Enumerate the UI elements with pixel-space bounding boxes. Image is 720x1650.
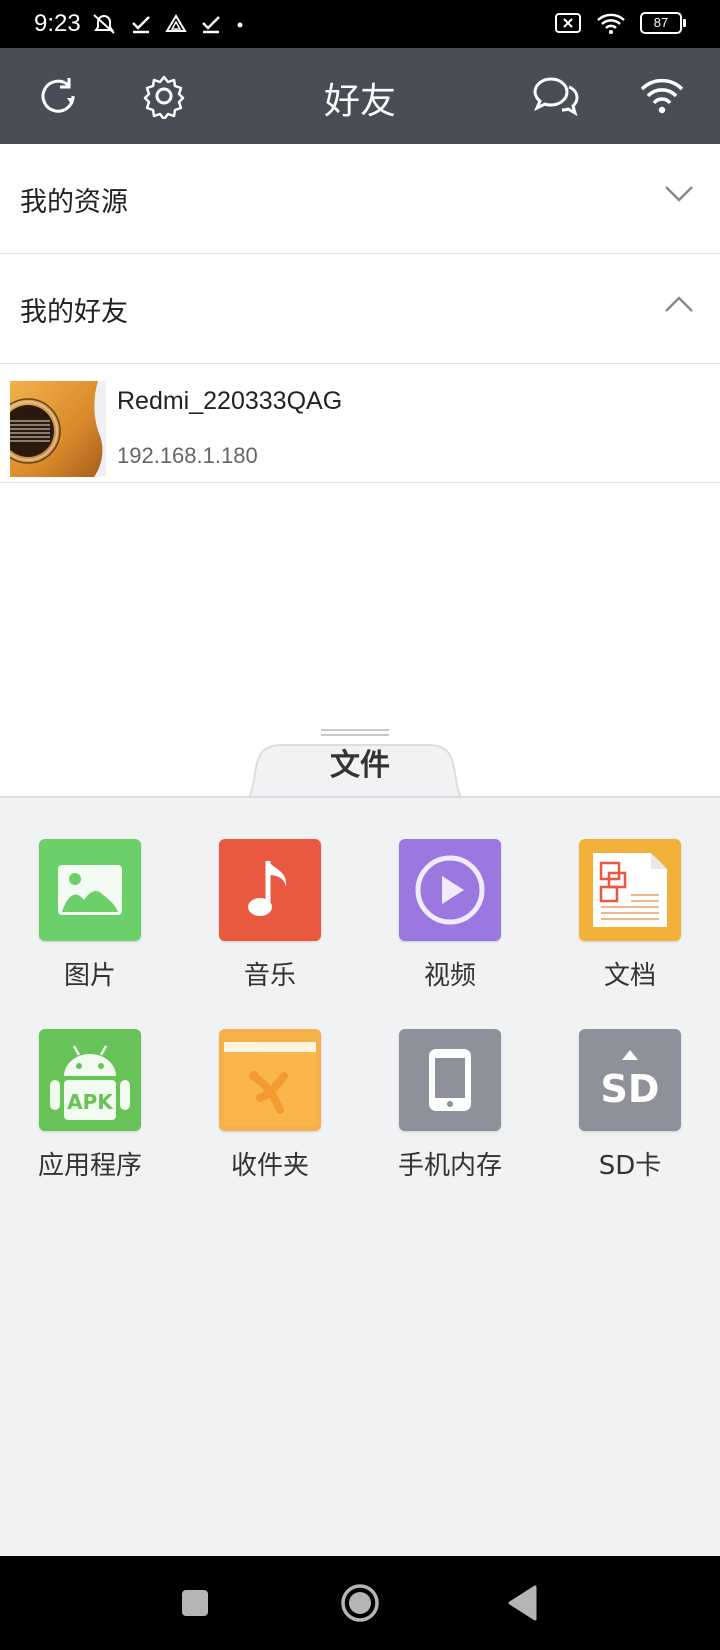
android-apk-icon: APK	[39, 1029, 141, 1131]
dot-icon	[237, 22, 243, 28]
chevron-down-icon	[665, 186, 693, 202]
category-music[interactable]: 音乐	[195, 839, 345, 1009]
system-nav-bar	[0, 1556, 720, 1650]
category-label: 收件夹	[230, 1151, 309, 1181]
category-documents[interactable]: 文档	[555, 839, 705, 1009]
category-video[interactable]: 视频	[375, 839, 525, 1009]
back-triangle-icon	[508, 1585, 537, 1621]
avatar	[10, 381, 106, 477]
home-button[interactable]	[335, 1578, 385, 1628]
music-icon	[219, 839, 321, 941]
category-label: 应用程序	[37, 1151, 142, 1181]
category-received[interactable]: 收件夹	[195, 1029, 345, 1199]
drawer-tab-label: 文件	[330, 748, 390, 783]
circle-icon	[341, 1584, 379, 1622]
chat-icon	[533, 77, 579, 117]
section-label: 我的资源	[20, 187, 128, 218]
phone-icon	[399, 1029, 501, 1131]
recents-button[interactable]	[170, 1578, 220, 1628]
friend-list-item[interactable]: Redmi_220333QAG 192.168.1.180	[0, 365, 720, 483]
wifi-button[interactable]	[636, 70, 688, 122]
check-icon	[202, 16, 220, 34]
friend-ip: 192.168.1.180	[117, 443, 258, 468]
guitar-image	[10, 381, 106, 477]
category-sd-card[interactable]: SD SD卡	[555, 1029, 705, 1199]
mute-icon	[93, 14, 115, 34]
status-icons-left	[90, 12, 246, 36]
drive-icon	[165, 14, 187, 32]
category-label: 视频	[423, 961, 476, 991]
wifi-icon	[597, 13, 625, 34]
square-icon	[182, 1590, 208, 1616]
sd-text: SD	[601, 1067, 660, 1111]
app-bar: 好友	[0, 48, 720, 144]
apk-text: APK	[67, 1090, 114, 1114]
back-button[interactable]	[498, 1578, 548, 1628]
category-phone-storage[interactable]: 手机内存	[375, 1029, 525, 1199]
category-label: 图片	[63, 961, 116, 991]
wifi-icon	[640, 78, 684, 114]
category-pictures[interactable]: 图片	[15, 839, 165, 1009]
document-icon	[579, 839, 681, 941]
status-icons-right: 87	[554, 12, 686, 34]
sim-x-icon	[555, 13, 581, 33]
sd-card-icon: SD	[579, 1029, 681, 1131]
section-my-friends[interactable]: 我的好友	[0, 254, 720, 364]
video-icon	[399, 839, 501, 941]
check-icon	[132, 16, 150, 34]
chevron-up-icon	[665, 296, 693, 312]
chat-button[interactable]	[530, 70, 582, 122]
category-label: 手机内存	[397, 1151, 502, 1181]
page-title: 好友	[323, 81, 396, 122]
status-time: 9:23	[34, 10, 81, 37]
section-label: 我的好友	[20, 297, 128, 328]
status-bar: 9:23 87	[0, 0, 720, 48]
folder-icon	[219, 1029, 321, 1131]
category-label: 文档	[603, 961, 656, 991]
section-my-resources[interactable]: 我的资源	[0, 144, 720, 254]
category-label: 音乐	[243, 961, 296, 991]
picture-icon	[39, 839, 141, 941]
battery-icon: 87	[640, 12, 686, 34]
friend-name: Redmi_220333QAG	[117, 387, 343, 415]
category-apps[interactable]: APK 应用程序	[15, 1029, 165, 1199]
category-label: SD卡	[598, 1151, 662, 1181]
